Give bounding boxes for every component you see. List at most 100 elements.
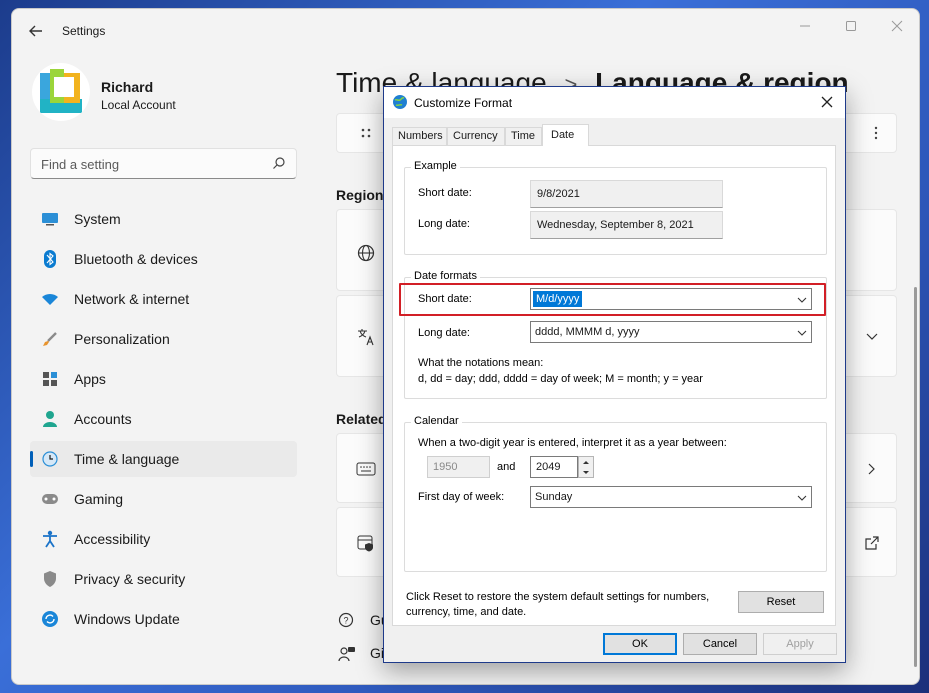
chevron-right-icon[interactable] [861, 458, 883, 480]
sidebar-item-label: Apps [74, 371, 106, 387]
tab-date[interactable]: Date [542, 124, 589, 146]
long-date-label: Long date: [418, 327, 470, 339]
first-day-value: Sunday [535, 491, 572, 503]
date-tab-panel: Example Short date: 9/8/2021 Long date: … [392, 145, 836, 626]
keyboard-icon [355, 458, 377, 480]
gamepad-icon [40, 489, 60, 509]
annotation-highlight-box [399, 283, 826, 316]
back-arrow-icon[interactable] [26, 21, 46, 41]
section-region: Region [336, 187, 383, 203]
sidebar-item-label: System [74, 211, 121, 227]
spin-up-icon[interactable] [579, 457, 593, 467]
sidebar-item-personalization[interactable]: Personalization [30, 321, 297, 357]
reset-button[interactable]: Reset [738, 591, 824, 613]
search-input[interactable]: Find a setting [30, 148, 297, 179]
sidebar-item-system[interactable]: System [30, 201, 297, 237]
sidebar-item-label: Personalization [74, 331, 170, 347]
close-window-button[interactable] [882, 15, 912, 37]
first-day-combobox[interactable]: Sunday [530, 486, 812, 508]
sidebar-item-accounts[interactable]: Accounts [30, 401, 297, 437]
avatar[interactable] [32, 63, 90, 121]
sidebar-item-time-language[interactable]: Time & language [30, 441, 297, 477]
tab-time[interactable]: Time [505, 127, 542, 145]
year-end-spinner[interactable] [578, 456, 594, 478]
region-globe-icon [392, 94, 408, 110]
brush-icon [40, 329, 60, 349]
example-short-date-label: Short date: [418, 187, 472, 199]
chevron-down-icon[interactable] [861, 326, 883, 348]
ok-button[interactable]: OK [603, 633, 677, 655]
globe-icon [355, 242, 377, 264]
more-options-icon[interactable] [865, 122, 887, 144]
year-end-input[interactable]: 2049 [530, 456, 578, 478]
minimize-button[interactable] [790, 15, 820, 37]
dialog-titlebar[interactable]: Customize Format [384, 87, 845, 118]
sidebar-item-label: Network & internet [74, 291, 189, 307]
calendar-group: Calendar When a two-digit year is entere… [404, 422, 827, 572]
give-feedback-link[interactable]: Gi [370, 645, 384, 661]
sidebar-item-bluetooth[interactable]: Bluetooth & devices [30, 241, 297, 277]
sidebar-item-gaming[interactable]: Gaming [30, 481, 297, 517]
reset-note: Click Reset to restore the system defaul… [406, 590, 716, 620]
first-day-label: First day of week: [418, 491, 504, 503]
sidebar-item-privacy[interactable]: Privacy & security [30, 561, 297, 597]
chevron-down-icon[interactable] [797, 493, 807, 501]
notation-text: d, dd = day; ddd, dddd = day of week; M … [418, 373, 703, 385]
spin-down-icon[interactable] [579, 467, 593, 477]
sidebar-item-label: Bluetooth & devices [74, 251, 198, 267]
sidebar-nav: System Bluetooth & devices Network & int… [30, 201, 297, 641]
sidebar-item-accessibility[interactable]: Accessibility [30, 521, 297, 557]
maximize-button[interactable] [836, 15, 866, 37]
shield-icon [40, 569, 60, 589]
sidebar-item-label: Privacy & security [74, 571, 185, 587]
external-link-icon[interactable] [861, 532, 883, 554]
apps-icon [40, 369, 60, 389]
year-start-input: 1950 [427, 456, 490, 478]
long-date-value: dddd, MMMM d, yyyy [535, 326, 640, 338]
account-type: Local Account [101, 98, 176, 112]
example-group: Example Short date: 9/8/2021 Long date: … [404, 167, 827, 255]
person-icon [40, 409, 60, 429]
long-date-combobox[interactable]: dddd, MMMM d, yyyy [530, 321, 812, 343]
admin-settings-icon [355, 532, 377, 554]
chevron-down-icon[interactable] [797, 328, 807, 336]
apply-button[interactable]: Apply [763, 633, 837, 655]
sidebar-item-label: Accounts [74, 411, 132, 427]
search-placeholder: Find a setting [41, 157, 119, 172]
example-long-date-value: Wednesday, September 8, 2021 [530, 211, 723, 239]
translate-icon [355, 326, 377, 348]
notation-title: What the notations mean: [418, 357, 543, 369]
two-digit-year-text: When a two-digit year is entered, interp… [418, 437, 727, 449]
monitor-icon [40, 209, 60, 229]
give-feedback-icon [336, 643, 358, 665]
user-name: Richard [101, 79, 153, 95]
example-long-date-label: Long date: [418, 218, 470, 230]
get-help-icon: ? [336, 610, 358, 632]
accessibility-icon [40, 529, 60, 549]
dialog-title: Customize Format [414, 96, 512, 110]
sidebar-item-windows-update[interactable]: Windows Update [30, 601, 297, 637]
bluetooth-icon [40, 249, 60, 269]
section-related: Related [336, 411, 387, 427]
svg-text:?: ? [344, 616, 349, 626]
tab-numbers[interactable]: Numbers [392, 127, 447, 145]
wifi-icon [40, 289, 60, 309]
settings-titlebar: Settings [12, 9, 919, 53]
cancel-button[interactable]: Cancel [683, 633, 757, 655]
app-title: Settings [62, 24, 105, 38]
example-short-date-value: 9/8/2021 [530, 180, 723, 208]
sidebar-item-label: Time & language [74, 451, 179, 467]
drag-handle-icon [355, 122, 377, 144]
date-formats-legend: Date formats [411, 270, 480, 282]
sidebar-item-apps[interactable]: Apps [30, 361, 297, 397]
scrollbar[interactable] [914, 287, 917, 667]
sidebar-item-label: Gaming [74, 491, 123, 507]
sidebar-item-label: Windows Update [74, 611, 180, 627]
example-legend: Example [411, 160, 460, 172]
sidebar-item-label: Accessibility [74, 531, 150, 547]
search-icon [272, 156, 286, 170]
sidebar-item-network[interactable]: Network & internet [30, 281, 297, 317]
close-icon[interactable] [815, 91, 839, 113]
calendar-legend: Calendar [411, 415, 462, 427]
tab-currency[interactable]: Currency [447, 127, 505, 145]
